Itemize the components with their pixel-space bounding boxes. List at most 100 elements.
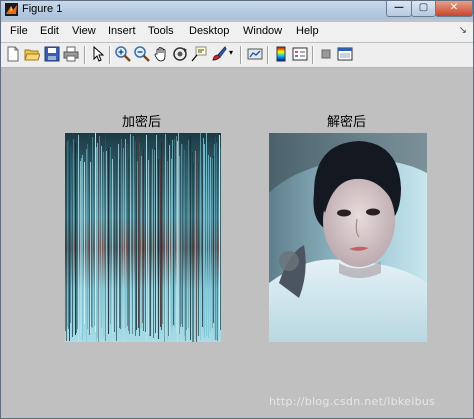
brush-icon[interactable]: [211, 46, 227, 62]
edit-plot-arrow-icon[interactable]: [90, 46, 106, 62]
hide-plot-tools-icon[interactable]: [318, 46, 334, 62]
noise-streak: [168, 137, 169, 336]
noise-streak: [212, 158, 213, 328]
print-icon[interactable]: [63, 46, 79, 62]
zoom-in-icon[interactable]: [115, 46, 131, 62]
toolbar-separator: [267, 46, 269, 64]
noise-streak: [135, 141, 136, 336]
noise-streak: [136, 139, 137, 330]
noise-streak: [184, 150, 185, 336]
toolbar-separator: [312, 46, 314, 64]
noise-streak: [174, 139, 175, 327]
noise-streak: [94, 139, 95, 326]
noise-streak: [171, 159, 172, 329]
menu-desktop[interactable]: Desktop: [189, 25, 229, 37]
toolbar-separator: [240, 46, 242, 64]
noise-streak: [195, 151, 196, 340]
menu-file[interactable]: File: [10, 25, 28, 37]
menu-tools[interactable]: Tools: [148, 25, 174, 37]
noise-streak: [179, 156, 180, 334]
axes-title-decrypted: 解密后: [327, 115, 367, 130]
noise-streak: [130, 134, 131, 328]
noise-streak: [80, 161, 81, 336]
menu-bar: File Edit View Insert Tools Desktop Wind…: [1, 22, 473, 42]
noise-streak: [161, 142, 162, 330]
noise-streak: [164, 154, 165, 342]
toolbar-separator: [109, 46, 111, 64]
noise-streak: [220, 148, 221, 330]
noise-streak: [180, 161, 181, 327]
noise-streak: [118, 144, 119, 327]
pan-hand-icon[interactable]: [153, 46, 169, 62]
noise-streak: [192, 152, 193, 342]
noise-streak: [196, 147, 197, 342]
brush-dropdown-arrow-icon[interactable]: ▾: [229, 48, 233, 57]
noise-streak: [178, 133, 179, 333]
noise-streak: [203, 138, 204, 329]
noise-streak: [82, 155, 83, 340]
noise-streak: [193, 162, 194, 342]
legend-icon[interactable]: [292, 46, 308, 62]
matlab-logo-icon: [5, 3, 18, 16]
noise-streak: [132, 136, 133, 334]
colorbar-icon[interactable]: [273, 46, 289, 62]
noise-streak: [158, 159, 159, 339]
noise-streak: [137, 161, 138, 326]
menu-insert[interactable]: Insert: [108, 25, 136, 37]
noise-streak: [84, 162, 85, 324]
noise-streak: [148, 160, 149, 334]
menu-view[interactable]: View: [72, 25, 96, 37]
noise-streak: [149, 159, 150, 336]
noise-streak: [142, 154, 143, 323]
dock-arrow-icon[interactable]: ↘: [459, 25, 467, 36]
noise-streak: [204, 144, 205, 338]
noise-streak: [210, 157, 211, 331]
noise-streak: [125, 139, 126, 328]
menu-edit[interactable]: Edit: [40, 25, 59, 37]
noise-streak: [95, 133, 96, 332]
noise-streak: [152, 149, 153, 341]
noise-streak: [153, 142, 154, 338]
noise-streak: [87, 144, 88, 329]
menu-window[interactable]: Window: [243, 25, 282, 37]
minimize-button[interactable]: —: [386, 1, 412, 17]
data-cursor-icon[interactable]: [191, 46, 207, 62]
noise-streak: [169, 145, 170, 336]
noise-streak: [108, 148, 109, 334]
noise-streak: [76, 159, 77, 333]
noise-streak: [155, 147, 156, 333]
noise-streak: [103, 152, 104, 337]
noise-streak: [216, 143, 217, 340]
rotate-3d-icon[interactable]: [172, 46, 188, 62]
noise-streak: [128, 159, 129, 331]
noise-streak: [81, 158, 82, 333]
save-icon[interactable]: [44, 46, 60, 62]
noise-streak: [68, 140, 69, 329]
show-plot-tools-icon[interactable]: [337, 46, 353, 62]
noise-streak: [120, 162, 121, 329]
noise-streak: [92, 137, 93, 328]
zoom-out-icon[interactable]: [134, 46, 150, 62]
toolbar-separator: [84, 46, 86, 64]
noise-streak: [150, 143, 151, 336]
maximize-button[interactable]: ▢: [411, 1, 436, 17]
noise-streak: [97, 143, 98, 338]
link-plot-icon[interactable]: [247, 46, 263, 62]
noise-streak: [86, 149, 87, 342]
noise-streak: [198, 161, 199, 336]
noise-streak: [70, 146, 71, 323]
noise-streak: [90, 162, 91, 333]
close-button[interactable]: ✕: [435, 1, 473, 17]
noise-streak: [77, 155, 78, 329]
noise-streak: [127, 144, 128, 326]
open-file-icon[interactable]: [24, 46, 40, 62]
menu-help[interactable]: Help: [296, 25, 319, 37]
figure-window: Figure 1 — ▢ ✕ File Edit View Insert Too…: [0, 0, 474, 419]
noise-streak: [99, 136, 100, 333]
noise-streak: [78, 135, 79, 342]
noise-streak: [219, 135, 220, 330]
noise-streak: [91, 136, 92, 327]
noise-streak: [202, 150, 203, 327]
new-figure-icon[interactable]: [5, 46, 21, 62]
title-bar[interactable]: Figure 1 — ▢ ✕: [1, 1, 473, 19]
